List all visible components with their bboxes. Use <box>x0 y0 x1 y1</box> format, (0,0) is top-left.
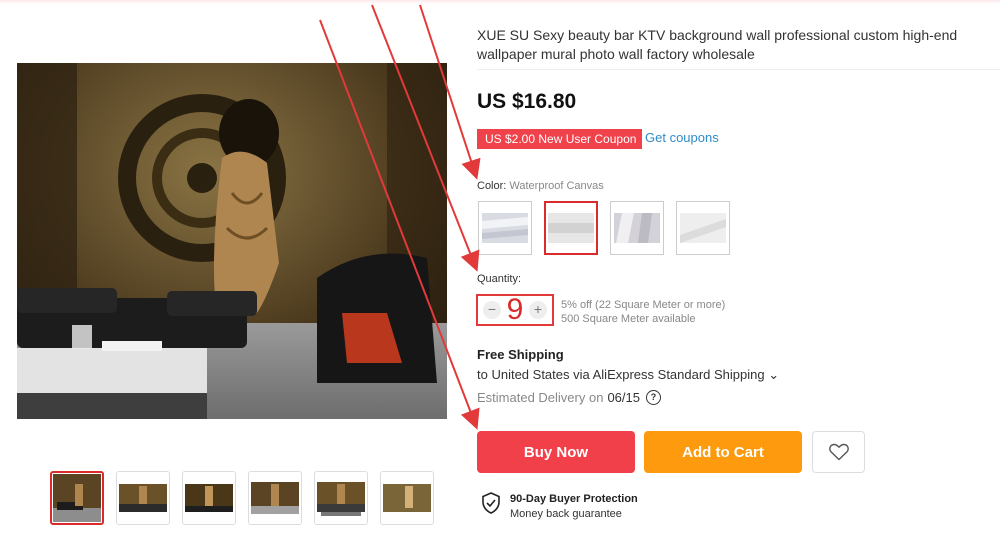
new-user-coupon-badge[interactable]: US $2.00 New User Coupon <box>477 129 643 149</box>
quantity-input[interactable]: 9 <box>507 295 524 325</box>
main-product-image[interactable] <box>17 63 447 419</box>
buy-now-button[interactable]: Buy Now <box>477 431 635 473</box>
quantity-label: Quantity: <box>477 273 522 285</box>
shield-check-icon <box>482 492 500 514</box>
free-shipping-title: Free Shipping <box>477 347 564 362</box>
heart-icon <box>828 443 849 461</box>
thumbnail-strip <box>50 471 434 525</box>
color-label: Color: Waterproof Canvas <box>477 180 604 192</box>
thumbnail[interactable] <box>116 471 170 525</box>
thumbnail[interactable] <box>248 471 302 525</box>
thumbnail[interactable] <box>182 471 236 525</box>
thumbnail[interactable] <box>314 471 368 525</box>
protection-subtitle: Money back guarantee <box>510 508 622 520</box>
estimated-delivery: Estimated Delivery on 06/15 ? <box>477 390 661 405</box>
product-price: US $16.80 <box>477 90 577 113</box>
divider <box>477 69 1000 70</box>
thumbnail[interactable] <box>50 471 104 525</box>
protection-title: 90-Day Buyer Protection <box>510 493 638 505</box>
thumbnail[interactable] <box>380 471 434 525</box>
color-swatch[interactable] <box>676 201 730 255</box>
color-swatches <box>478 201 730 255</box>
buyer-protection: 90-Day Buyer Protection Money back guara… <box>482 492 638 522</box>
add-to-cart-button[interactable]: Add to Cart <box>644 431 802 473</box>
get-coupons-link[interactable]: Get coupons <box>645 130 719 145</box>
help-icon[interactable]: ? <box>646 390 661 405</box>
quantity-notes: 5% off (22 Square Meter or more) 500 Squ… <box>561 298 725 326</box>
color-selected-value: Waterproof Canvas <box>509 180 604 192</box>
decrement-button[interactable]: − <box>483 301 501 319</box>
availability-note: 500 Square Meter available <box>561 313 696 325</box>
quantity-stepper: − 9 + <box>476 294 554 326</box>
product-title: XUE SU Sexy beauty bar KTV background wa… <box>477 27 958 62</box>
estimated-delivery-date: 06/15 <box>607 390 640 405</box>
top-strip <box>0 0 1000 4</box>
color-label-text: Color: <box>477 180 507 192</box>
color-swatch[interactable] <box>610 201 664 255</box>
estimated-delivery-label: Estimated Delivery on <box>477 390 604 405</box>
shipping-method-selector[interactable]: to United States via AliExpress Standard… <box>477 367 779 383</box>
increment-button[interactable]: + <box>529 301 547 319</box>
wishlist-button[interactable] <box>812 431 865 473</box>
color-swatch[interactable] <box>478 201 532 255</box>
color-swatch-waterproof-canvas[interactable] <box>544 201 598 255</box>
discount-note: 5% off (22 Square Meter or more) <box>561 299 726 311</box>
